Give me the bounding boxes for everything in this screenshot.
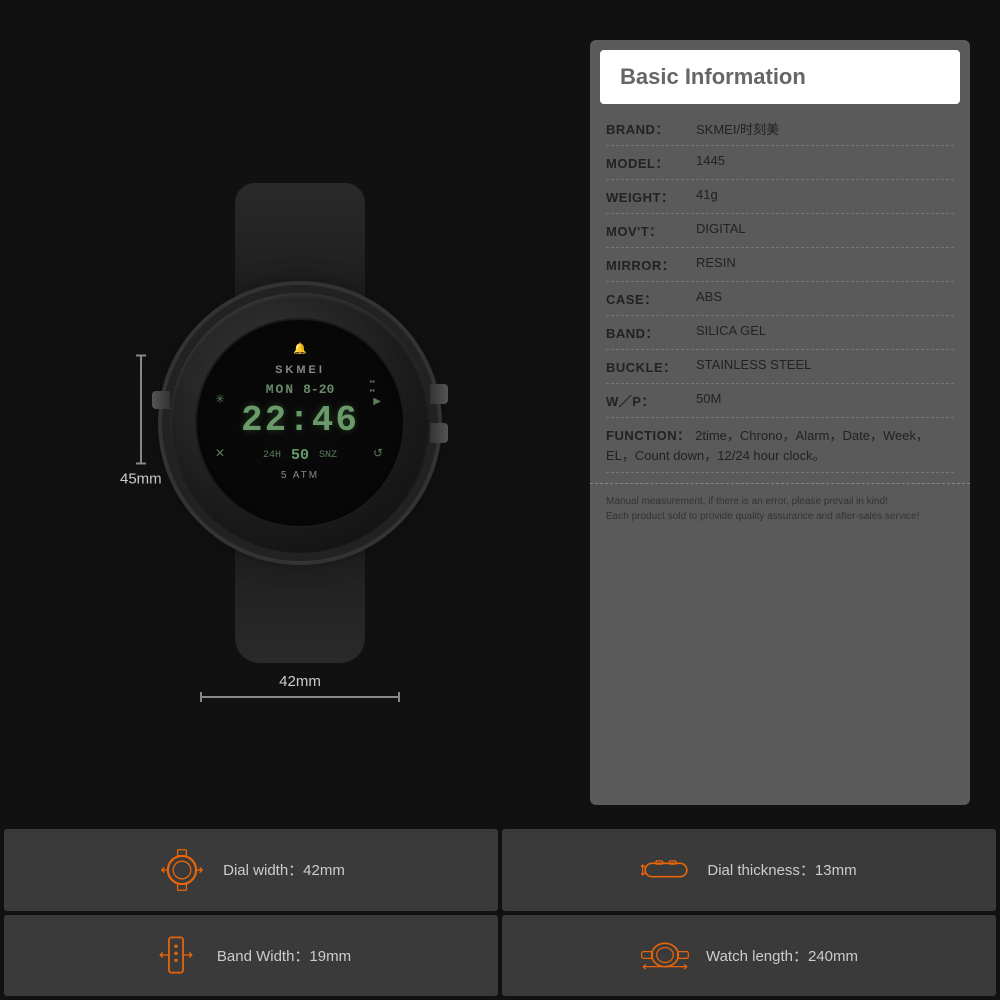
weight-row: WEIGHT： 41g (606, 180, 954, 214)
spec-dial-width: Dial width：42mm (4, 829, 498, 911)
wp-row: W／P： 50M (606, 384, 954, 418)
watch-date-row: MON 8-20 (266, 382, 335, 397)
watch-24h: 24H (263, 450, 281, 461)
spec-dial-thickness: Dial thickness：13mm (502, 829, 996, 911)
case-row: CASE： ABS (606, 282, 954, 316)
bottom-section: Dial width：42mm Dial thickness： (0, 825, 1000, 1000)
weight-label: WEIGHT： (606, 187, 696, 206)
dial-width-icon (157, 848, 207, 892)
movt-row: MOV'T： DIGITAL (606, 214, 954, 248)
watch-outer: 45mm (110, 143, 490, 703)
band-width-icon (151, 933, 201, 977)
info-body: BRAND： SKMEI/时刻美 MODEL： 1445 WEIGHT： 41g… (590, 104, 970, 479)
buckle-value: STAINLESS STEEL (696, 357, 954, 372)
watch-atm: 5 ATM (281, 470, 319, 481)
watch-time: 22:46 (241, 403, 359, 439)
wp-label: W／P： (606, 391, 696, 410)
weight-value: 41g (696, 187, 954, 202)
cross-icon: ✕ (215, 446, 225, 460)
watch-section: 45mm (30, 40, 570, 805)
mirror-row: MIRROR： RESIN (606, 248, 954, 282)
button-right-top (430, 384, 448, 404)
back-icon: ↺ (373, 446, 383, 460)
watch-length-text: Watch length：240mm (706, 945, 858, 966)
watch-snz: SNZ (319, 450, 337, 461)
watch-brand-text: SKMEI (275, 364, 325, 376)
button-right-mid (430, 423, 448, 443)
band-value: SILICA GEL (696, 323, 954, 338)
spec-watch-length: Watch length：240mm (502, 915, 996, 997)
movt-value: DIGITAL (696, 221, 954, 236)
grid-icon: ▪▪▪▪ (369, 377, 375, 395)
model-value: 1445 (696, 153, 954, 168)
function-row: FUNCTION： 2time，Chrono，Alarm，Date，Week，E… (606, 418, 954, 473)
model-label: MODEL： (606, 153, 696, 172)
dial-width-text: Dial width：42mm (223, 859, 345, 880)
band-label: BAND： (606, 323, 696, 342)
dial-thickness-text: Dial thickness：13mm (707, 859, 856, 880)
band-row: BAND： SILICA GEL (606, 316, 954, 350)
info-disclaimer: Manual measurement, if there is an error… (590, 488, 970, 534)
brand-value: SKMEI/时刻美 (696, 119, 954, 138)
watch-bottom-row: 24H 50 SNZ (263, 447, 337, 464)
top-section: 45mm (0, 0, 1000, 825)
spec-band-width: Band Width：19mm (4, 915, 498, 997)
band-width-text: Band Width：19mm (217, 945, 351, 966)
watch-date: MON (266, 382, 295, 397)
model-row: MODEL： 1445 (606, 146, 954, 180)
watch-small-time: 8-20 (303, 382, 334, 397)
snowflake-icon: ✳ (215, 392, 225, 406)
mirror-label: MIRROR： (606, 255, 696, 274)
watch-face: ✳ ✕ ▶ ↺ 🔔 ▪▪▪▪ SKMEI MON 8-20 22:46 (195, 318, 405, 528)
watch-case: ✳ ✕ ▶ ↺ 🔔 ▪▪▪▪ SKMEI MON 8-20 22:46 (170, 293, 430, 553)
info-card: Basic Information BRAND： SKMEI/时刻美 MODEL… (590, 40, 970, 805)
brand-label: BRAND： (606, 119, 696, 138)
basic-information-title: Basic Information (620, 64, 806, 89)
width-label: 42mm (279, 673, 321, 690)
buckle-row: BUCKLE： STAINLESS STEEL (606, 350, 954, 384)
movt-label: MOV'T： (606, 221, 696, 240)
brand-row: BRAND： SKMEI/时刻美 (606, 112, 954, 146)
info-divider (590, 483, 970, 484)
mirror-value: RESIN (696, 255, 954, 270)
info-section: Basic Information BRAND： SKMEI/时刻美 MODEL… (590, 40, 970, 805)
button-left-top (152, 391, 170, 409)
watch-steps: 50 (291, 447, 309, 464)
dial-thickness-icon (641, 852, 691, 888)
case-value: ABS (696, 289, 954, 304)
play-icon: ▶ (373, 396, 381, 407)
wp-value: 50M (696, 391, 954, 406)
buckle-label: BUCKLE： (606, 357, 696, 376)
watch-body: ✳ ✕ ▶ ↺ 🔔 ▪▪▪▪ SKMEI MON 8-20 22:46 (140, 183, 460, 663)
info-header: Basic Information (600, 50, 960, 104)
case-label: CASE： (606, 289, 696, 308)
bell-icon: 🔔 (293, 342, 307, 355)
watch-length-icon (640, 937, 690, 973)
function-label: FUNCTION： (606, 428, 691, 443)
dimension-width: 42mm (200, 669, 400, 698)
main-container: 45mm (0, 0, 1000, 1000)
